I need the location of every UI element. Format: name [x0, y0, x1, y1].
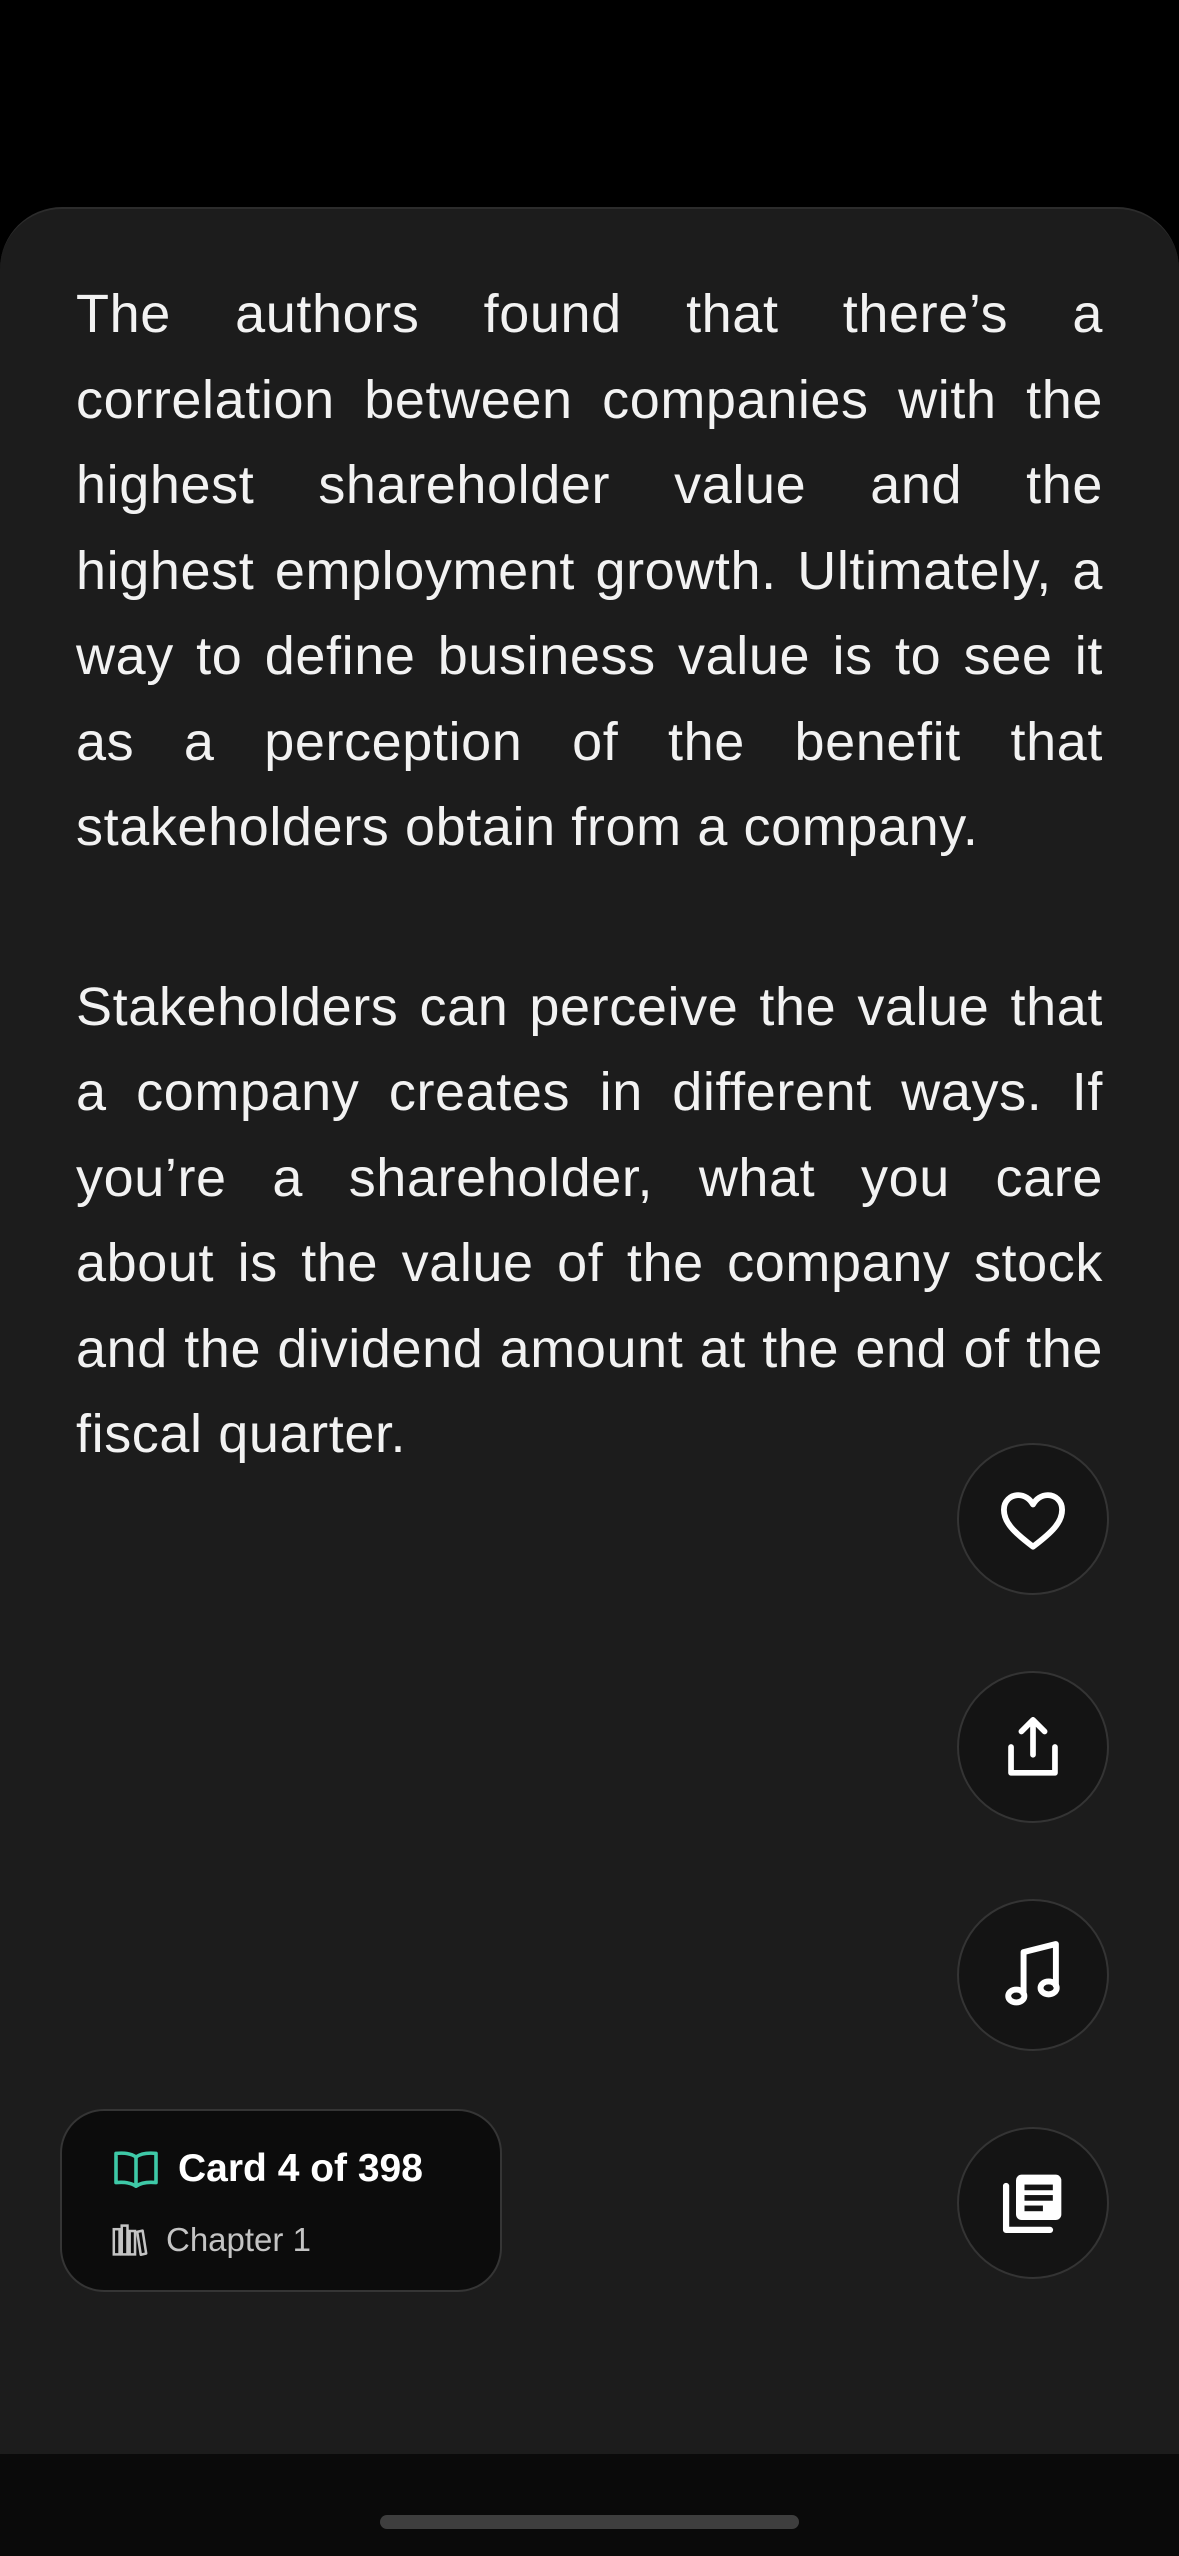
- home-indicator[interactable]: [380, 2515, 799, 2529]
- open-book-icon: [114, 2151, 158, 2188]
- card-counter: Card 4 of 398: [112, 2147, 423, 2191]
- card-counter-label: Card 4 of 398: [178, 2147, 423, 2190]
- music-note-icon: [1005, 1941, 1060, 2006]
- card-paragraph-2: Stakeholders can perceive the value that…: [76, 976, 1103, 1465]
- card-paragraph-1: The authors found that there’s a correla…: [76, 284, 1103, 857]
- chapter-label: Chapter 1: [166, 2221, 311, 2258]
- like-button[interactable]: [957, 1443, 1109, 1595]
- bottom-safe-area: [0, 2454, 1179, 2556]
- library-button[interactable]: [957, 2127, 1109, 2279]
- card-content: The authors found that there’s a correla…: [76, 272, 1103, 1478]
- books-icon: [112, 2224, 148, 2257]
- card-progress-pill[interactable]: Card 4 of 398 Chapter 1: [60, 2109, 502, 2292]
- chapter-indicator: Chapter 1: [112, 2221, 311, 2259]
- heart-icon: [1001, 1492, 1065, 1550]
- audio-button[interactable]: [957, 1899, 1109, 2051]
- share-icon: [1008, 1717, 1058, 1776]
- library-icon: [1002, 2174, 1062, 2234]
- share-button[interactable]: [957, 1671, 1109, 1823]
